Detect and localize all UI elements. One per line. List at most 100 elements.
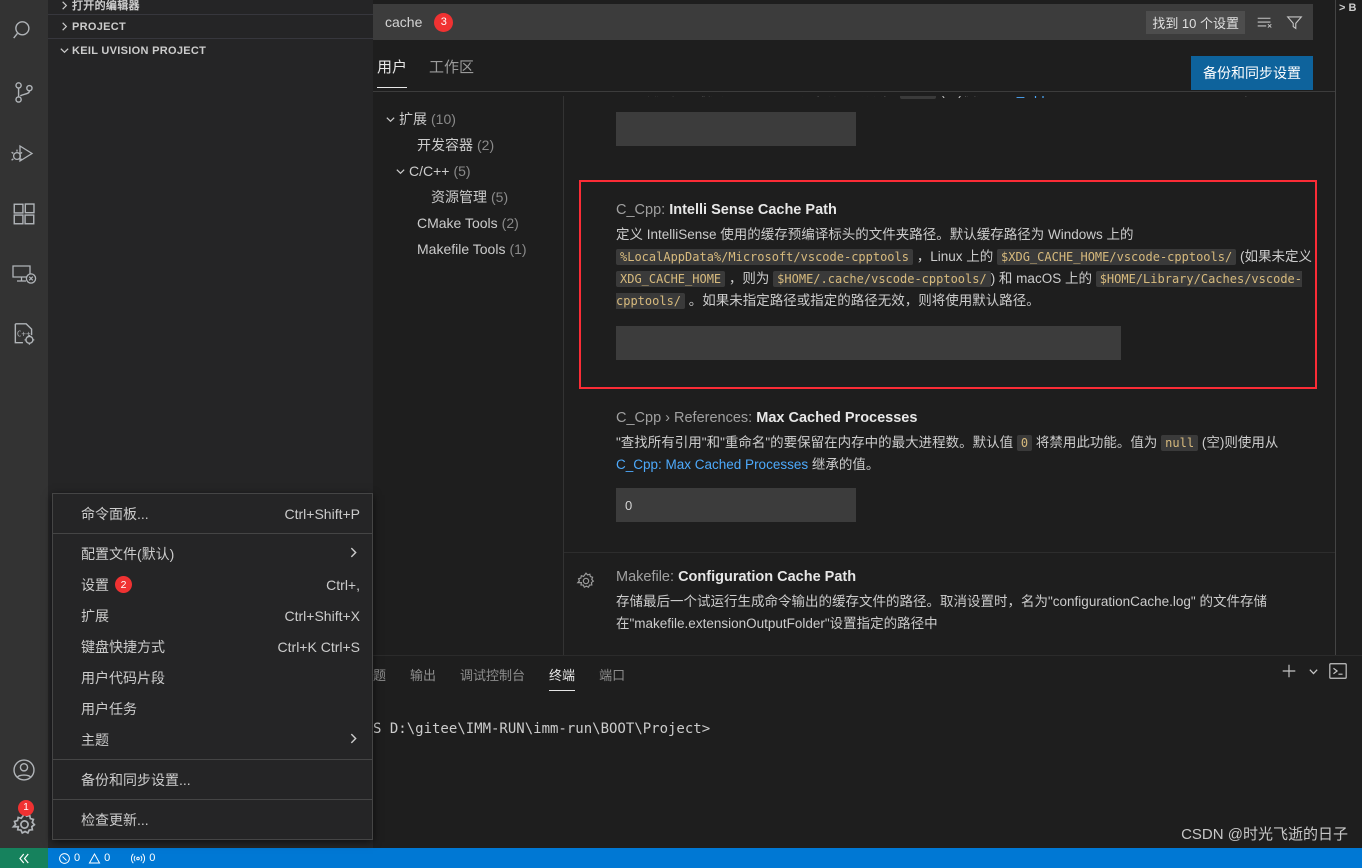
settings-tree-count: (2) xyxy=(501,215,519,231)
settings-tree-item-c-cpp[interactable]: C/C++ (5) xyxy=(373,158,563,184)
search-input[interactable]: cache 3 找到 10 个设置 xyxy=(373,4,1313,40)
panel-tab-problems[interactable]: 题 xyxy=(373,657,386,690)
results-count: 找到 10 个设置 xyxy=(1146,10,1245,34)
settings-tree-item-resource-manage[interactable]: 资源管理 (5) xyxy=(373,184,563,210)
search-icon[interactable] xyxy=(0,0,48,62)
menu-item-shortcut: Ctrl+, xyxy=(326,576,360,593)
sidebar-section-label: KEIL UVISION PROJECT xyxy=(72,44,207,57)
setting-title-prefix: C_Cpp: xyxy=(616,202,670,218)
panel-tab-debug-console[interactable]: 调试控制台 xyxy=(460,657,525,690)
sidebar-section-label: 打开的编辑器 xyxy=(72,0,140,12)
menu-item-label: 用户任务 xyxy=(81,700,137,717)
setting-value-input[interactable]: 0 xyxy=(616,488,856,522)
inline-code: $HOME/.cache/vscode-cpptools/ xyxy=(773,271,991,287)
remote-explorer-icon[interactable] xyxy=(0,244,48,304)
setting-title-prefix: Makefile: xyxy=(616,569,679,585)
setting-description: 定义 IntelliSense 使用的缓存预编译标头的文件夹路径。默认缓存路径为… xyxy=(616,224,1317,312)
menu-item-settings[interactable]: 设置 2 Ctrl+, xyxy=(53,569,372,600)
gear-icon[interactable] xyxy=(576,571,598,593)
settings-tree-count: (1) xyxy=(509,241,527,257)
menu-item-keyboard-shortcuts[interactable]: 键盘快捷方式 Ctrl+K Ctrl+S xyxy=(53,631,372,662)
settings-tree-item-makefile-tools[interactable]: Makefile Tools (1) xyxy=(373,236,563,262)
setting-description: 要继续运行的最大 IntelliSense 进程数。默认值 null (空)使用… xyxy=(616,96,1317,102)
new-terminal-icon[interactable] xyxy=(1278,660,1300,682)
settings-tree-label: 开发容器 xyxy=(417,137,473,153)
menu-item-badge: 2 xyxy=(115,576,132,593)
setting-link[interactable]: C_Cpp: Max Cached Processes xyxy=(616,457,808,472)
settings-scope-tabs: 用户 工作区 备份和同步设置 xyxy=(373,48,1335,92)
backup-sync-settings-button[interactable]: 备份和同步设置 xyxy=(1191,56,1313,90)
menu-item-command-palette[interactable]: 命令面板... Ctrl+Shift+P xyxy=(53,498,372,529)
settings-tree-label: Makefile Tools xyxy=(417,241,506,257)
menu-item-extensions[interactable]: 扩展 Ctrl+Shift+X xyxy=(53,600,372,631)
chevron-right-icon xyxy=(56,0,72,13)
setting-title-text: Intelli Sense Cache Path xyxy=(669,202,837,218)
setting-value-input[interactable] xyxy=(616,326,1121,360)
tab-user[interactable]: 用户 xyxy=(377,56,408,88)
menu-separator xyxy=(53,533,372,534)
menu-item-themes[interactable]: 主题 xyxy=(53,724,372,755)
inline-code: 0 xyxy=(1016,435,1033,451)
filter-icon[interactable] xyxy=(1283,11,1305,33)
menu-item-user-tasks[interactable]: 用户任务 xyxy=(53,693,372,724)
menu-item-user-snippets[interactable]: 用户代码片段 xyxy=(53,662,372,693)
manage-context-menu: 命令面板... Ctrl+Shift+P 配置文件(默认) 设置 2 Ctrl+… xyxy=(52,493,373,840)
manage-gear-icon[interactable]: 1 xyxy=(0,796,48,852)
panel-tab-terminal[interactable]: 终端 xyxy=(549,657,576,691)
run-and-debug-icon[interactable] xyxy=(0,124,48,184)
desc-text: 。如果未指定路径或指定的路径无效，则将使用默认路径。 xyxy=(685,293,1040,308)
menu-item-label: 检查更新... xyxy=(81,811,149,828)
cpp-config-icon[interactable]: C++ xyxy=(0,304,48,364)
settings-tree-item-dev-container[interactable]: 开发容器 (2) xyxy=(373,132,563,158)
setting-link[interactable]: C_Cpp: Max Cached Processes xyxy=(1007,96,1199,98)
desc-text: 定义 IntelliSense 使用的缓存预编译标头的文件夹路径。默认缓存路径为… xyxy=(616,227,1134,242)
desc-text: 要继续运行的最大 IntelliSense 进程数。默认值 xyxy=(616,96,900,98)
menu-item-check-updates[interactable]: 检查更新... xyxy=(53,804,372,835)
settings-list[interactable]: 要继续运行的最大 IntelliSense 进程数。默认值 null (空)使用… xyxy=(563,96,1335,655)
desc-text: 将禁用此功能。值为 xyxy=(1032,435,1162,450)
sidebar-section-open-editors[interactable]: 打开的编辑器 xyxy=(48,0,373,14)
chevron-down-icon[interactable] xyxy=(1306,660,1320,682)
extensions-icon[interactable] xyxy=(0,184,48,244)
source-control-icon[interactable] xyxy=(0,62,48,124)
inline-code: null xyxy=(1161,435,1199,451)
setting-title: Makefile: Configuration Cache Path xyxy=(616,569,1317,585)
menu-item-backup-sync-settings[interactable]: 备份和同步设置... xyxy=(53,764,372,795)
desc-text: ，Linux 上的 xyxy=(912,249,998,264)
panel-tabs: 题 输出 调试控制台 终端 端口 xyxy=(373,656,1362,691)
settings-search-row: cache 3 找到 10 个设置 xyxy=(373,0,1335,44)
menu-item-profiles[interactable]: 配置文件(默认) xyxy=(53,538,372,569)
setting-description: "查找所有引用"和"重命名"的要保留在内存中的最大进程数。默认值 0 将禁用此功… xyxy=(616,432,1317,476)
chevron-right-icon xyxy=(56,19,72,35)
account-icon[interactable] xyxy=(0,744,48,796)
tab-workspace[interactable]: 工作区 xyxy=(429,56,474,87)
settings-tree: 扩展 (10) 开发容器 (2) C/C++ (5) 资源管理 (5) CMak… xyxy=(373,96,563,655)
menu-item-label: 备份和同步设置... xyxy=(81,771,191,788)
sidebar-section-project[interactable]: PROJECT xyxy=(48,14,373,38)
panel-tab-output[interactable]: 输出 xyxy=(410,657,436,690)
desc-text: ) 和 macOS 上的 xyxy=(990,271,1096,286)
setting-value-input[interactable] xyxy=(616,112,856,146)
settings-tree-count: (5) xyxy=(453,163,471,179)
settings-tree-item-cmake-tools[interactable]: CMake Tools (2) xyxy=(373,210,563,236)
setting-makefile-configuration-cache-path: Makefile: Configuration Cache Path 存储最后一… xyxy=(564,552,1335,635)
settings-tree-count: (10) xyxy=(431,111,456,127)
status-ports[interactable]: 0 xyxy=(116,848,161,868)
status-errors-warnings[interactable]: 0 0 xyxy=(48,848,116,868)
search-actions: 找到 10 个设置 xyxy=(1146,10,1305,34)
chevron-right-icon xyxy=(347,732,360,748)
desc-text: 继承的值。 xyxy=(808,457,880,472)
sidebar-section-keil-uvision-project[interactable]: KEIL UVISION PROJECT xyxy=(48,38,373,62)
panel-actions xyxy=(1278,660,1350,682)
desc-text: (如果未定义 xyxy=(1236,249,1312,264)
warning-count: 0 xyxy=(104,852,111,864)
panel-tab-ports[interactable]: 端口 xyxy=(599,657,625,690)
status-bar: 0 0 0 xyxy=(0,848,1362,868)
powershell-icon[interactable] xyxy=(1326,660,1350,682)
remote-window-indicator[interactable] xyxy=(0,848,48,868)
radio-tower-icon xyxy=(131,853,146,863)
clear-filter-icon[interactable] xyxy=(1253,11,1275,33)
settings-tree-item-extensions[interactable]: 扩展 (10) xyxy=(373,106,563,132)
desc-text: (空)使用从 xyxy=(936,96,1007,98)
warning-icon xyxy=(88,852,101,863)
